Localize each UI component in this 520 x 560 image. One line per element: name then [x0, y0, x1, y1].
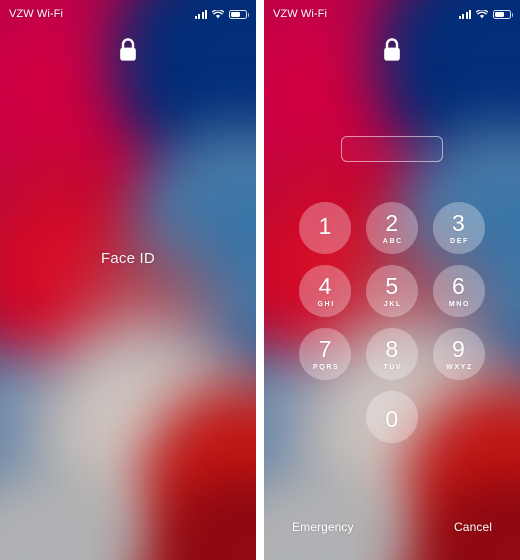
- keypad-key-6[interactable]: 6 MNO: [432, 265, 485, 317]
- passcode-input[interactable]: [341, 136, 443, 162]
- keypad-digit: 0: [385, 405, 399, 432]
- keypad-key-5[interactable]: 5 JKL: [365, 265, 418, 317]
- keypad-key-7[interactable]: 7 PQRS: [299, 328, 352, 380]
- lock-closed-icon: [117, 36, 139, 69]
- keypad-digit: 3: [452, 209, 466, 236]
- wifi-icon: [212, 9, 224, 19]
- emergency-button[interactable]: Emergency: [292, 520, 354, 534]
- right-phone-panel: VZW Wi-Fi 1 2 ABC 3 DEF 4 GHI 5 JKL 6 MN…: [264, 0, 520, 560]
- keypad-key-0[interactable]: 0: [365, 391, 418, 443]
- passcode-keypad: 1 2 ABC 3 DEF 4 GHI 5 JKL 6 MNO 7 PQRS 8…: [292, 202, 492, 443]
- keypad-letters: TUV: [383, 363, 403, 371]
- keypad-digit: 5: [385, 272, 399, 299]
- keypad-key-9[interactable]: 9 WXYZ: [432, 328, 485, 380]
- carrier-label: VZW Wi-Fi: [9, 8, 64, 20]
- lock-closed-icon: [381, 36, 403, 69]
- keypad-letters: JKL: [383, 300, 402, 308]
- keypad-digit: 1: [318, 213, 332, 239]
- keypad-key-3[interactable]: 3 DEF: [432, 202, 485, 254]
- keypad-key-1[interactable]: 1: [299, 202, 352, 254]
- wifi-icon: [476, 9, 488, 19]
- keypad-letters: MNO: [448, 300, 471, 308]
- panel-divider: [256, 0, 264, 560]
- keypad-key-4[interactable]: 4 GHI: [299, 265, 352, 317]
- keypad-digit: 4: [318, 272, 332, 299]
- keypad-digit: 7: [318, 335, 332, 362]
- cancel-button[interactable]: Cancel: [454, 520, 492, 534]
- keypad-digit: 6: [452, 272, 466, 299]
- keypad-letters: WXYZ: [446, 363, 473, 371]
- keypad-key-8[interactable]: 8 TUV: [365, 328, 418, 380]
- status-bar: VZW Wi-Fi: [264, 0, 520, 28]
- battery-icon: [493, 9, 513, 19]
- keypad-letters: GHI: [317, 300, 335, 308]
- keypad-letters: ABC: [382, 237, 403, 245]
- keypad-letters: PQRS: [313, 363, 340, 371]
- status-icons: [458, 9, 513, 19]
- status-bar: VZW Wi-Fi: [0, 0, 256, 28]
- face-id-label: Face ID: [101, 250, 155, 267]
- keypad-digit: 2: [385, 209, 399, 236]
- carrier-label: VZW Wi-Fi: [273, 8, 328, 20]
- battery-icon: [229, 9, 249, 19]
- wallpaper-left: [0, 0, 256, 560]
- keypad-key-2[interactable]: 2 ABC: [365, 202, 418, 254]
- keypad-digit: 8: [385, 335, 399, 362]
- signal-bars-icon: [194, 9, 207, 19]
- status-icons: [194, 9, 249, 19]
- keypad-letters: DEF: [450, 237, 469, 245]
- keypad-digit: 9: [452, 335, 466, 362]
- left-phone-panel: VZW Wi-Fi Face ID: [0, 0, 256, 560]
- lock-screen-actions: Emergency Cancel: [264, 520, 520, 534]
- dual-phone-screenshot: VZW Wi-Fi Face ID VZW Wi-Fi 1 2 ABC 3 DE…: [0, 0, 520, 560]
- signal-bars-icon: [458, 9, 471, 19]
